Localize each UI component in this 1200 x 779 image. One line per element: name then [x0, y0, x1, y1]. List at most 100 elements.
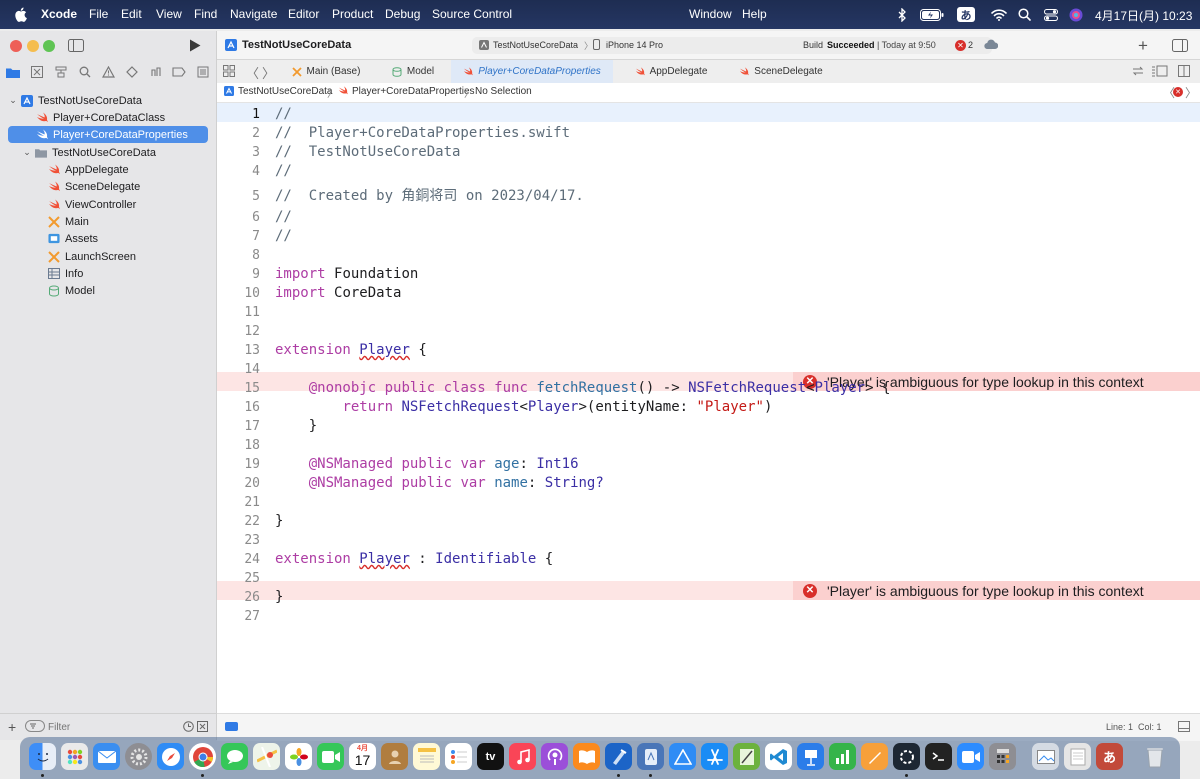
facetime-icon[interactable]	[317, 743, 344, 770]
text-editor-icon[interactable]	[733, 743, 760, 770]
numbers-icon[interactable]	[829, 743, 856, 770]
error-annotation-line24[interactable]: ✕ 'Player' is ambiguous for type lookup …	[793, 581, 1200, 600]
app-menu[interactable]: Xcode	[41, 7, 77, 21]
cloud-status-icon[interactable]	[984, 39, 998, 50]
debug-navigator-icon[interactable]	[148, 65, 164, 79]
simulator-icon[interactable]	[637, 743, 664, 770]
tab-appdelegate[interactable]: AppDelegate	[615, 60, 727, 83]
scheme-selector[interactable]: TestNotUseCoreData	[493, 40, 578, 50]
input-method-icon[interactable]: あ	[957, 7, 975, 22]
menu-find[interactable]: Find	[194, 7, 217, 21]
breakpoint-navigator-icon[interactable]	[171, 65, 187, 79]
jump-bar-project[interactable]: TestNotUseCoreData	[238, 86, 332, 97]
related-items-icon[interactable]	[223, 65, 235, 77]
destination-selector[interactable]: iPhone 14 Pro	[606, 40, 663, 50]
menu-edit[interactable]: Edit	[121, 7, 142, 21]
system-settings-icon[interactable]	[125, 743, 152, 770]
tree-item-launchscreen[interactable]: LaunchScreen	[8, 248, 208, 265]
run-button[interactable]	[189, 39, 201, 52]
control-center-icon[interactable]	[1044, 7, 1058, 22]
reminders-icon[interactable]	[445, 743, 472, 770]
chrome-icon[interactable]	[189, 743, 216, 770]
add-file-icon[interactable]: +	[8, 719, 16, 735]
menu-bar-clock[interactable]: 4月17日(月) 10:23	[1095, 7, 1192, 24]
tree-item-player-coredataproperties[interactable]: Player+CoreDataProperties	[8, 126, 208, 143]
tree-item-info[interactable]: Info	[8, 265, 208, 282]
project-navigator-icon[interactable]	[5, 65, 21, 79]
tree-item-model[interactable]: Model	[8, 282, 208, 299]
xcode-dock-icon[interactable]	[605, 743, 632, 770]
back-chevron-icon[interactable]: 〈	[246, 63, 259, 82]
symbol-navigator-icon[interactable]	[53, 65, 69, 79]
menu-navigate[interactable]: Navigate	[230, 7, 277, 21]
menu-editor[interactable]: Editor	[288, 7, 319, 21]
textedit-icon[interactable]	[1064, 743, 1091, 770]
issue-navigator-icon[interactable]	[100, 65, 116, 79]
calculator-icon[interactable]	[989, 743, 1016, 770]
menu-help[interactable]: Help	[742, 7, 767, 21]
trash-icon[interactable]	[1141, 743, 1168, 770]
add-library-icon[interactable]: +	[1138, 36, 1148, 56]
tree-item-group-testnotusecoredata[interactable]: ⌄ TestNotUseCoreData	[8, 144, 208, 161]
find-navigator-icon[interactable]	[77, 65, 93, 79]
split-editor-icon[interactable]	[1178, 65, 1190, 77]
siri-icon[interactable]	[1069, 7, 1083, 22]
photos-icon[interactable]	[285, 743, 312, 770]
podcasts-icon[interactable]	[541, 743, 568, 770]
disclosure-expanded-icon[interactable]: ⌄	[8, 95, 18, 106]
calendar-icon[interactable]: 4月 17	[349, 743, 376, 770]
contacts-icon[interactable]	[381, 743, 408, 770]
menu-window[interactable]: Window	[689, 7, 732, 21]
menu-debug[interactable]: Debug	[385, 7, 420, 21]
messages-icon[interactable]	[221, 743, 248, 770]
maps-icon[interactable]	[253, 743, 280, 770]
input-method-dock-icon[interactable]: あ	[1096, 743, 1123, 770]
books-icon[interactable]	[573, 743, 600, 770]
preview-icon[interactable]	[1032, 743, 1059, 770]
jump-bar-file[interactable]: Player+CoreDataProperties	[352, 86, 475, 97]
safari-icon[interactable]	[157, 743, 184, 770]
close-window-button[interactable]	[10, 40, 22, 52]
source-editor[interactable]: ✕ 'Player' is ambiguous for type lookup …	[217, 103, 1200, 715]
tab-model[interactable]: Model	[375, 60, 451, 83]
apple-tv-icon[interactable]: tv	[477, 743, 504, 770]
tree-item-appdelegate[interactable]: AppDelegate	[8, 161, 208, 178]
tree-item-viewcontroller[interactable]: ViewController	[8, 196, 208, 213]
sidebar-toggle-icon[interactable]	[68, 39, 84, 52]
zoom-icon[interactable]	[957, 743, 984, 770]
apple-menu-icon[interactable]	[14, 7, 27, 22]
tree-item-assets[interactable]: Assets	[8, 230, 208, 247]
menu-file[interactable]: File	[89, 7, 108, 21]
filter-options-icon[interactable]	[25, 720, 45, 732]
tab-main-base[interactable]: Main (Base)	[279, 60, 373, 83]
notes-icon[interactable]	[413, 743, 440, 770]
test-navigator-icon[interactable]	[124, 65, 140, 79]
disclosure-expanded-icon[interactable]: ⌄	[22, 147, 32, 158]
inspector-toggle-icon[interactable]	[1172, 39, 1188, 52]
error-count[interactable]: 2	[968, 40, 973, 50]
next-issue-icon[interactable]: 〉	[1185, 84, 1197, 101]
music-icon[interactable]	[509, 743, 536, 770]
error-badge-icon[interactable]: ✕	[955, 40, 966, 51]
source-control-navigator-icon[interactable]	[29, 65, 45, 79]
tree-item-player-coredataclass[interactable]: Player+CoreDataClass	[8, 109, 208, 126]
hide-debug-area-icon[interactable]	[1178, 721, 1190, 732]
tree-item-scenedelegate[interactable]: SceneDelegate	[8, 178, 208, 195]
tree-item-main[interactable]: Main	[8, 213, 208, 230]
forward-chevron-icon[interactable]: 〉	[262, 63, 275, 82]
editor-options-icon[interactable]	[1152, 65, 1168, 77]
tab-scenedelegate[interactable]: SceneDelegate	[727, 60, 835, 83]
source-control-filter-icon[interactable]	[197, 721, 208, 732]
launchpad-icon[interactable]	[61, 743, 88, 770]
zoom-window-button[interactable]	[43, 40, 55, 52]
tree-item-project[interactable]: ⌄ TestNotUseCoreData	[8, 92, 208, 109]
battery-icon[interactable]	[920, 7, 944, 22]
menu-view[interactable]: View	[156, 7, 182, 21]
issue-indicator-icon[interactable]: ✕	[1173, 87, 1183, 97]
menu-product[interactable]: Product	[332, 7, 373, 21]
bluetooth-icon[interactable]	[896, 7, 908, 22]
wifi-icon[interactable]	[990, 7, 1007, 22]
report-navigator-icon[interactable]	[195, 65, 211, 79]
code-review-icon[interactable]	[1132, 66, 1144, 76]
terminal-icon[interactable]	[925, 743, 952, 770]
